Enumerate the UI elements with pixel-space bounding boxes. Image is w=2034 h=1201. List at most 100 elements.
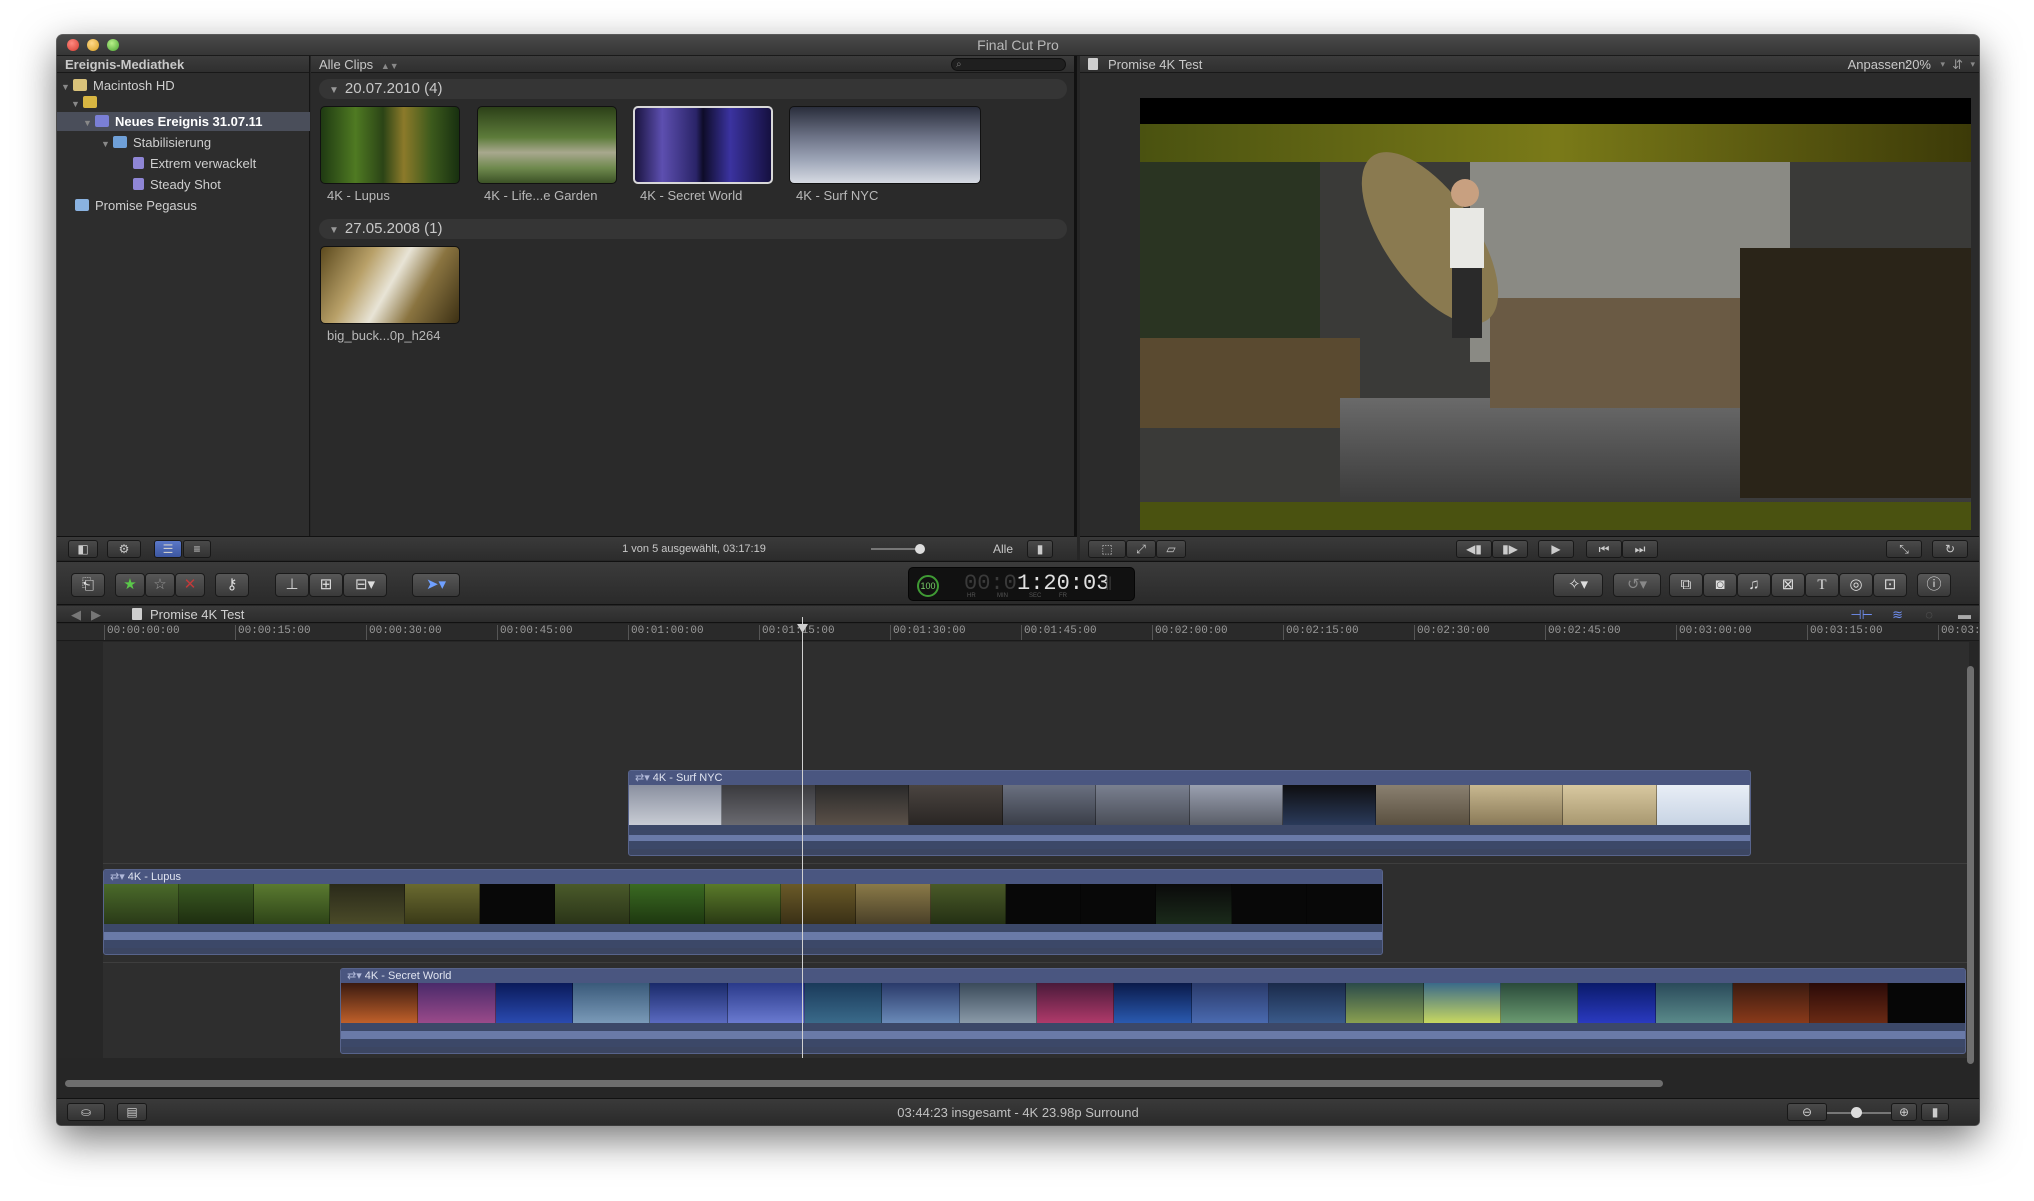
- previous-frame-button[interactable]: ◀▮: [1456, 540, 1492, 558]
- audio-meter-icon[interactable]: ‖: [1105, 574, 1112, 595]
- solo-icon[interactable]: ◌: [1925, 606, 1933, 623]
- import-media-button[interactable]: ⎗: [71, 573, 105, 597]
- date-group-header[interactable]: ▼ 20.07.2010 (4): [319, 79, 1067, 99]
- timeline-clip-lupus[interactable]: ⇄▾ 4K - Lupus: [103, 869, 1383, 955]
- inspector-toggle-icon[interactable]: ⧉: [1669, 573, 1703, 597]
- zoom-in-button[interactable]: ⊕: [1891, 1103, 1917, 1121]
- action-gear-button[interactable]: ⚙: [107, 540, 141, 558]
- viewer: Promise 4K Test Anpassen: 20% ▾ ⇵ ▾: [1080, 56, 1979, 536]
- project-document-icon: [1088, 58, 1098, 70]
- photo-browser-camera-icon[interactable]: ◙: [1703, 573, 1737, 597]
- snapping-icon[interactable]: ▬: [1958, 606, 1971, 623]
- clip-thumbnail[interactable]: [320, 246, 460, 324]
- duration-slider-knob[interactable]: [915, 544, 925, 554]
- zoom-popup[interactable]: 20%: [1905, 56, 1931, 73]
- horizontal-scrollbar[interactable]: [65, 1080, 1663, 1087]
- skimming-toggle-icon[interactable]: ⊣⊢: [1850, 606, 1873, 623]
- disclosure-triangle-icon[interactable]: ▼: [101, 135, 113, 154]
- themes-browser-icon[interactable]: ⊡: [1873, 573, 1907, 597]
- music-browser-icon[interactable]: ♫: [1737, 573, 1771, 597]
- clip-menu-icon[interactable]: ⇄▾: [635, 772, 653, 784]
- timeline-gutter: [57, 642, 103, 1058]
- switch-icon[interactable]: ⇵: [1952, 56, 1963, 73]
- next-frame-button[interactable]: ▮▶: [1492, 540, 1528, 558]
- library-item-promise-pegasus[interactable]: Promise Pegasus: [75, 196, 310, 215]
- library-item-year-folder[interactable]: ▼: [71, 93, 310, 112]
- clip-appearance-button[interactable]: ▮: [1921, 1103, 1949, 1121]
- selection-status: 1 von 5 ausgewählt, 03:17:19: [622, 543, 766, 555]
- view-options-arrow-icon[interactable]: ▾: [1970, 56, 1975, 73]
- list-view-button[interactable]: ≡: [183, 540, 211, 558]
- reject-icon[interactable]: ✕: [175, 573, 205, 597]
- zoom-out-button[interactable]: ⊖: [1787, 1103, 1827, 1121]
- timecode-unit-hr: HR: [967, 593, 976, 599]
- keyword-editor-key-icon[interactable]: ⚷: [215, 573, 249, 597]
- timeline-zoom-knob[interactable]: [1851, 1107, 1862, 1118]
- audio-meters-button[interactable]: ▤: [117, 1103, 147, 1121]
- fullscreen-button[interactable]: ⤡: [1886, 540, 1922, 558]
- clip-menu-icon[interactable]: ⇄▾: [110, 871, 128, 883]
- dashboard-timecode[interactable]: 100 00:0 1:20:03 HR MIN SEC FR ‖: [908, 567, 1135, 601]
- favorite-star-icon[interactable]: ★: [115, 573, 145, 597]
- clip-thumbnail[interactable]: [477, 106, 617, 184]
- disclosure-triangle-icon[interactable]: ▼: [329, 225, 339, 236]
- forward-arrow-icon[interactable]: ▶: [91, 606, 101, 623]
- playhead[interactable]: [802, 617, 803, 1058]
- titles-browser-icon[interactable]: T: [1805, 573, 1839, 597]
- play-button[interactable]: ▶: [1538, 540, 1574, 558]
- browser-clip[interactable]: 4K - Surf NYC: [789, 106, 981, 203]
- disclosure-triangle-icon[interactable]: ▼: [83, 114, 95, 133]
- duration-filter-label[interactable]: Alle: [993, 537, 1013, 561]
- library-item-stabilisierung[interactable]: ▼ Stabilisierung: [101, 133, 310, 152]
- library-item-neues-ereignis[interactable]: ▼ Neues Ereignis 31.07.11: [57, 112, 310, 131]
- clip-thumbnail[interactable]: [320, 106, 460, 184]
- back-arrow-icon[interactable]: ◀: [71, 606, 81, 623]
- browser-clip[interactable]: 4K - Lupus: [320, 106, 460, 203]
- go-to-end-button[interactable]: ⏭: [1622, 540, 1658, 558]
- minimize-window-button[interactable]: [87, 39, 99, 51]
- insert-clip-icon[interactable]: ⊞: [309, 573, 343, 597]
- select-tool-arrow-icon[interactable]: ➤▾: [412, 573, 460, 597]
- timeline-clip-secret-world[interactable]: ⇄▾ 4K - Secret World: [340, 968, 1966, 1054]
- date-group-header[interactable]: ▼ 27.05.2008 (1): [319, 219, 1067, 239]
- search-field[interactable]: ⌕: [951, 58, 1066, 71]
- append-clip-icon[interactable]: ⊟▾: [343, 573, 387, 597]
- transitions-browser-icon[interactable]: ⊠: [1771, 573, 1805, 597]
- loop-button[interactable]: ↻: [1932, 540, 1968, 558]
- timeline-tracks[interactable]: ⇄▾ 4K - Surf NYC ⇄▾ 4K - Lupus ⇄▾ 4K - S…: [57, 642, 1969, 1058]
- vertical-scrollbar[interactable]: [1967, 666, 1974, 1064]
- ruler-tick: 00:02:15:00: [1283, 625, 1359, 640]
- browser-clip[interactable]: 4K - Life...e Garden: [477, 106, 617, 203]
- toggle-library-button[interactable]: ◧: [68, 540, 98, 558]
- transform-button[interactable]: ⤢: [1126, 540, 1156, 558]
- audio-skimming-icon[interactable]: ≋: [1892, 606, 1903, 623]
- crop-button[interactable]: ⬚: [1088, 540, 1126, 558]
- disclosure-triangle-icon[interactable]: ▼: [329, 85, 339, 96]
- unrate-star-icon[interactable]: ☆: [145, 573, 175, 597]
- connect-clip-icon[interactable]: ⊥: [275, 573, 309, 597]
- clip-thumbnail[interactable]: [789, 106, 981, 184]
- inspector-info-icon[interactable]: ⓘ: [1917, 573, 1951, 597]
- zoom-popup-arrow-icon[interactable]: ▾: [1940, 56, 1945, 73]
- browser-clip-selected[interactable]: 4K - Secret World: [633, 106, 773, 203]
- duration-slider-track[interactable]: [871, 548, 921, 550]
- clip-menu-icon[interactable]: ⇄▾: [347, 970, 365, 982]
- background-tasks-indicator[interactable]: 100: [917, 575, 939, 597]
- timeline-index-button[interactable]: ⛀: [67, 1103, 105, 1121]
- zoom-window-button[interactable]: [107, 39, 119, 51]
- library-item-steady-shot[interactable]: Steady Shot: [133, 175, 310, 194]
- clip-filter-popup[interactable]: Alle Clips: [319, 57, 373, 72]
- go-to-start-button[interactable]: ⏮: [1586, 540, 1622, 558]
- browser-clip[interactable]: big_buck...0p_h264: [320, 246, 460, 343]
- generators-browser-icon[interactable]: ◎: [1839, 573, 1873, 597]
- library-item-extrem-verwackelt[interactable]: Extrem verwackelt: [133, 154, 310, 173]
- timeline-ruler[interactable]: 00:00:00:00 00:00:15:00 00:00:30:00 00:0…: [57, 624, 1979, 641]
- filmstrip-view-button[interactable]: ☰: [154, 540, 182, 558]
- timeline-clip-surf-nyc[interactable]: ⇄▾ 4K - Surf NYC: [628, 770, 1751, 856]
- distort-button[interactable]: ▱: [1156, 540, 1186, 558]
- clip-thumbnail[interactable]: [633, 106, 773, 184]
- enhancements-wand-icon[interactable]: ✧▾: [1553, 573, 1603, 597]
- retime-icon[interactable]: ↺▾: [1613, 573, 1661, 597]
- close-window-button[interactable]: [67, 39, 79, 51]
- clip-appearance-button[interactable]: ▮: [1027, 540, 1053, 558]
